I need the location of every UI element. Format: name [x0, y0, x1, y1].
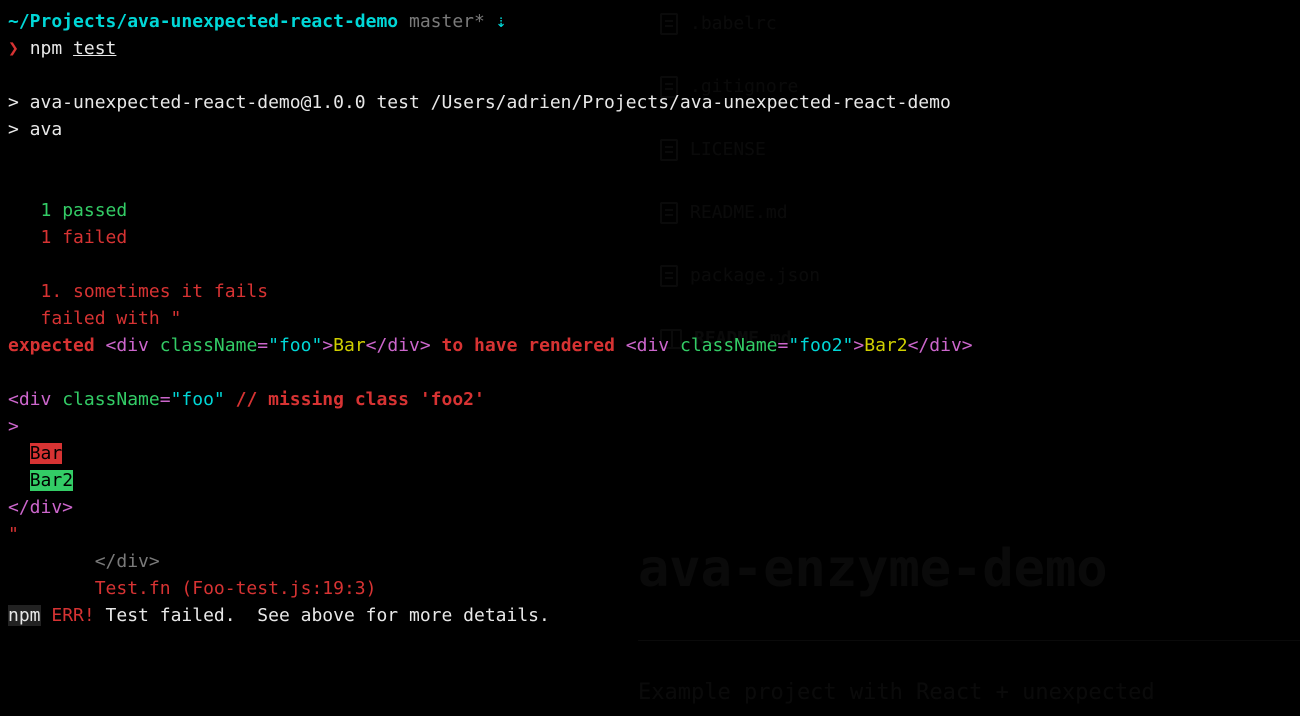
tag-open: <div — [626, 335, 669, 356]
npm-script-line: > ava — [8, 119, 62, 140]
attr-val: "foo2" — [788, 335, 853, 356]
prompt-arrow: ⇣ — [496, 11, 507, 32]
text-content: Bar2 — [864, 335, 907, 356]
attr-eq: = — [160, 389, 171, 410]
terminal-output: ~/Projects/ava-unexpected-react-demo mas… — [8, 8, 1292, 629]
npm-script-line: > ava-unexpected-react-demo@1.0.0 test /… — [8, 92, 951, 113]
stack-line: </div> — [95, 551, 160, 572]
tag-open: <div — [8, 389, 51, 410]
attr-name: className — [51, 389, 159, 410]
prompt-indicator: ❯ — [8, 38, 19, 59]
tag-gt: > — [322, 335, 333, 356]
attr-name: className — [669, 335, 777, 356]
stack-location: Test.fn (Foo-test.js:19:3) — [95, 578, 377, 599]
prompt-path: ~/Projects/ava-unexpected-react-demo — [8, 11, 398, 32]
close-quote: " — [8, 524, 19, 545]
diff-removed: Bar — [30, 443, 63, 464]
npm-err-message: Test failed. See above for more details. — [106, 605, 550, 626]
npm-label: npm — [8, 605, 41, 626]
tag-gt: > — [8, 416, 19, 437]
passed-label: passed — [51, 200, 127, 221]
attr-val: "foo" — [268, 335, 322, 356]
diff-comment: // missing class 'foo2' — [236, 389, 485, 410]
tag-gt: > — [853, 335, 864, 356]
diff-added: Bar2 — [30, 470, 73, 491]
tag-close: </div> — [908, 335, 973, 356]
terminal[interactable]: ~/Projects/ava-unexpected-react-demo mas… — [0, 0, 1300, 637]
command-input: npm test — [30, 38, 117, 59]
tag-close: </div> — [366, 335, 431, 356]
prompt-vcs: master* — [398, 11, 485, 32]
fail-title: 1. sometimes it fails — [41, 281, 269, 302]
passed-count: 1 — [41, 200, 52, 221]
attr-eq: = — [778, 335, 789, 356]
npm-err-label: ERR! — [41, 605, 106, 626]
tag-open: <div — [106, 335, 149, 356]
failed-count: 1 — [41, 227, 52, 248]
bg-subtitle: Example project with React + unexpected — [638, 676, 1155, 709]
to-have-rendered: to have rendered — [442, 335, 615, 356]
expected-word: expected — [8, 335, 95, 356]
tag-close: </div> — [8, 497, 73, 518]
attr-eq: = — [257, 335, 268, 356]
attr-val: "foo" — [171, 389, 225, 410]
attr-name: className — [149, 335, 257, 356]
failed-label: failed — [51, 227, 127, 248]
text-content: Bar — [333, 335, 366, 356]
fail-prefix: failed with " — [41, 308, 182, 329]
bg-divider — [638, 640, 1300, 641]
